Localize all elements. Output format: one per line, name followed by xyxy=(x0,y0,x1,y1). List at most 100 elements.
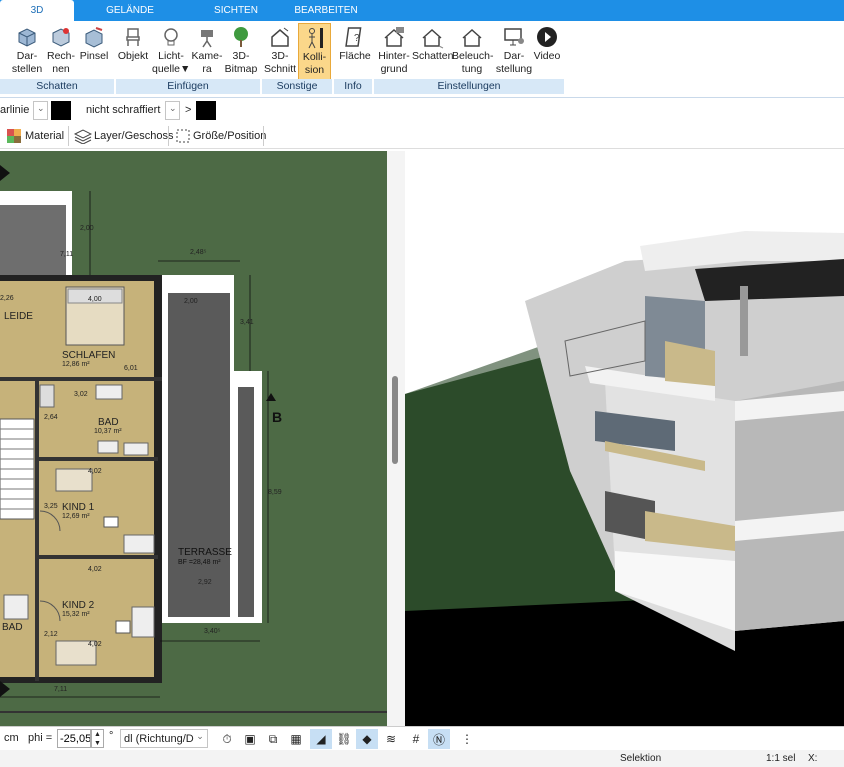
presentation-icon[interactable]: ▣ xyxy=(239,729,261,749)
tab-gelaende[interactable]: GELÄNDE xyxy=(90,0,170,21)
link-icon[interactable]: ⛓ xyxy=(333,729,355,749)
room-bad2-label: BAD xyxy=(2,622,23,633)
lichtquelle-label-1: Licht- xyxy=(158,50,184,62)
kamera-label-2: ra xyxy=(202,63,212,75)
tab-3d[interactable]: 3D xyxy=(0,0,74,21)
dim-label: 8,59 xyxy=(268,489,282,496)
dim-label: 3,02 xyxy=(74,391,88,398)
status-scale: 1:1 sel xyxy=(766,753,796,764)
area-info-icon: ? xyxy=(345,27,362,47)
stack-icon[interactable]: ≋ xyxy=(380,729,402,749)
chevron-down-icon: ⌄ xyxy=(37,103,45,113)
lightbulb-icon xyxy=(164,28,178,46)
line-color-swatch[interactable] xyxy=(51,101,71,120)
darstellung-button[interactable]: Dar-stellung xyxy=(494,23,534,81)
group-info: Info xyxy=(334,79,374,94)
material-button[interactable]: Material xyxy=(6,127,64,145)
separator xyxy=(68,126,69,146)
section-house-icon xyxy=(271,27,289,47)
layer-button[interactable]: Layer/Geschoss xyxy=(74,127,173,145)
more-options-icon[interactable]: ⋮ xyxy=(456,729,478,749)
line-style-dropdown[interactable]: ⌄ xyxy=(33,101,48,120)
layer-label: Layer/Geschoss xyxy=(94,130,174,142)
copy-icon[interactable]: ⧉ xyxy=(262,729,284,749)
hintergrund-button[interactable]: Hinter-grund xyxy=(376,23,412,81)
hatch-dropdown[interactable]: ⌄ xyxy=(165,101,180,120)
schnitt-3d-label-2: Schnitt xyxy=(263,63,297,75)
house-shadow-icon xyxy=(422,28,444,49)
rechnen-button[interactable]: Rech-nen xyxy=(46,23,76,81)
objekt-button[interactable]: Objekt xyxy=(116,23,150,81)
size-position-button[interactable]: Größe/Position xyxy=(175,127,266,145)
kollision-label-1: Kolli- xyxy=(302,51,327,63)
material-palette-icon xyxy=(7,129,21,143)
house-light-icon xyxy=(462,28,482,47)
lichtquelle-label-2: quelle▼ xyxy=(152,63,191,75)
lichtquelle-button[interactable]: Licht-quelle▼ xyxy=(152,23,190,81)
group-einfuegen: Einfügen xyxy=(116,79,262,94)
bitmap-3d-button[interactable]: 3D- Bitmap xyxy=(224,23,258,81)
phi-stepper[interactable]: ▲ ▼ xyxy=(91,729,104,748)
schatten-einstellung-button[interactable]: Schatten xyxy=(412,23,454,81)
video-button[interactable]: Video xyxy=(532,23,562,81)
room-kind2-area: 15,32 m² xyxy=(62,611,90,618)
camera-icon xyxy=(201,30,213,48)
kamera-button[interactable]: Kame-ra xyxy=(190,23,224,81)
clock-icon[interactable]: ⏱ xyxy=(216,729,238,749)
tree-icon xyxy=(234,27,248,47)
paint-cube-icon xyxy=(85,27,103,48)
ribbon-tabbar: 3D GELÄNDE SICHTEN BEARBEITEN xyxy=(0,0,844,21)
darstellen-label-1: Dar- xyxy=(16,50,38,62)
snap-eraser-icon[interactable]: ◢ xyxy=(310,729,332,749)
phi-input[interactable] xyxy=(57,729,91,748)
schatten-einstellung-label: Schatten xyxy=(412,50,454,62)
dim-label: 2,00 xyxy=(184,298,198,305)
room-terrasse-label: TERRASSE xyxy=(178,547,232,558)
play-icon xyxy=(537,27,557,47)
splitter-handle[interactable] xyxy=(392,376,398,464)
beleuchtung-button[interactable]: Beleuch-tung xyxy=(452,23,494,81)
darstellen-button[interactable]: Dar-stellen xyxy=(8,23,46,81)
dim-label: 2,26 xyxy=(0,295,14,302)
status-bar: Selektion 1:1 sel X: xyxy=(0,750,844,767)
direction-dropdown[interactable]: dl (Richtung/Di ⌄ xyxy=(120,729,208,748)
dim-label: 2,48⁵ xyxy=(190,249,207,256)
degree-label: ° xyxy=(109,730,114,742)
grid-icon[interactable]: # xyxy=(405,729,427,749)
kollision-button[interactable]: Kolli-sion xyxy=(298,23,331,81)
schnitt-3d-button[interactable]: 3D- Schnitt xyxy=(262,23,298,81)
schnitt-3d-label-1: 3D- xyxy=(271,50,289,62)
dim-label: 3,41 xyxy=(240,319,254,326)
hintergrund-label-2: grund xyxy=(380,63,408,75)
tab-bearbeiten[interactable]: BEARBEITEN xyxy=(286,0,366,21)
rechnen-label-2: nen xyxy=(52,63,70,75)
arrow-label: > xyxy=(185,104,192,116)
tab-sichten[interactable]: SICHTEN xyxy=(196,0,276,21)
pinsel-label: Pinsel xyxy=(79,50,109,62)
view-splitter[interactable] xyxy=(387,151,405,726)
dim-label: 2,92 xyxy=(198,579,212,586)
separator xyxy=(263,126,264,146)
3d-house-render xyxy=(405,151,844,726)
3d-view[interactable] xyxy=(405,151,844,726)
room-kind1-area: 12,69 m² xyxy=(62,513,90,520)
pinsel-button[interactable]: Pinsel xyxy=(78,23,110,81)
flaeche-button[interactable]: ? Fläche xyxy=(337,23,373,81)
layers-color-icon[interactable]: ▦ xyxy=(285,729,307,749)
room-schlafen-label: SCHLAFEN xyxy=(62,350,116,361)
beleuchtung-label-1: Beleuch- xyxy=(452,50,494,62)
kamera-label-1: Kame- xyxy=(191,50,223,62)
diamond-layer-icon[interactable]: ◆ xyxy=(356,729,378,749)
room-bad-label: BAD xyxy=(98,417,119,428)
cube-render-icon xyxy=(52,28,70,47)
floor-plan-view[interactable]: LEIDE SCHLAFEN 12,86 m² BAD 10,37 m² KIN… xyxy=(0,151,387,726)
fill-color-swatch[interactable] xyxy=(196,101,216,120)
group-einstellungen: Einstellungen xyxy=(374,79,566,94)
north-icon[interactable]: Ⓝ xyxy=(428,729,450,749)
flaeche-label: Fläche xyxy=(339,50,371,62)
section-marker-b: B xyxy=(272,409,283,425)
room-leide-label: LEIDE xyxy=(4,311,33,322)
objekt-label: Objekt xyxy=(117,50,149,62)
separator xyxy=(168,126,169,146)
dim-label: 7,11 xyxy=(54,686,68,693)
